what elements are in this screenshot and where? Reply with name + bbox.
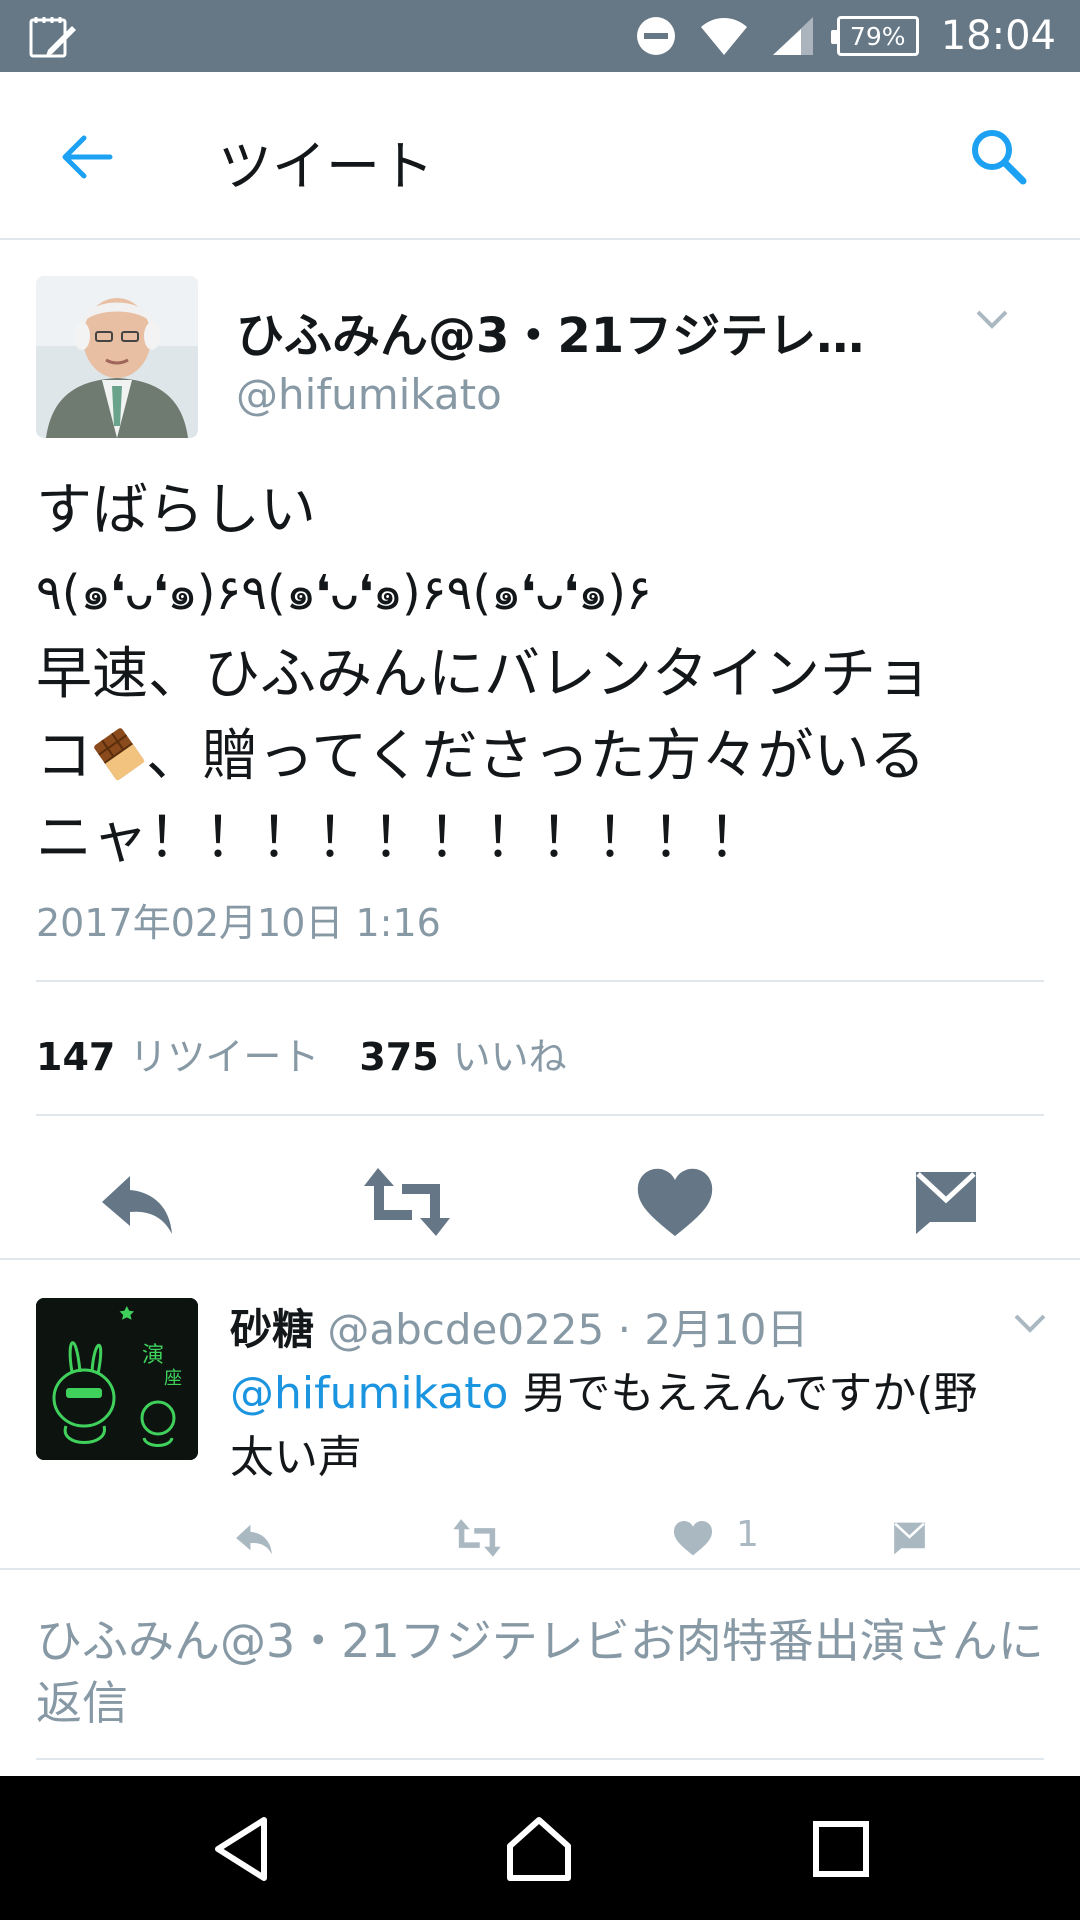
reply-icon[interactable] <box>90 1162 180 1242</box>
mention-link[interactable]: @hifumikato <box>230 1368 508 1419</box>
divider <box>36 980 1044 982</box>
tweet-timestamp: 2017年02月10日 1:16 <box>36 901 441 945</box>
user-handle[interactable]: @hifumikato <box>236 370 502 419</box>
reply-handle[interactable]: @abcde0225 <box>327 1305 604 1354</box>
divider <box>36 1114 1044 1116</box>
divider <box>36 1758 1044 1760</box>
dnd-icon <box>636 17 675 55</box>
divider <box>0 1568 1080 1570</box>
divider <box>0 1258 1080 1260</box>
tweet-line: コ 、贈ってくださった方々がいる <box>36 716 1046 798</box>
avatar[interactable] <box>36 276 198 438</box>
chevron-down-icon[interactable] <box>972 302 1012 338</box>
page-title: ツイート <box>218 135 434 198</box>
retweet-icon[interactable] <box>362 1162 452 1242</box>
tweet-line: すばらしい <box>36 478 316 543</box>
reply-separator: · <box>604 1305 645 1354</box>
tweet-actions <box>0 1150 1080 1260</box>
edit-note-icon <box>29 17 76 58</box>
search-icon[interactable] <box>968 126 1028 186</box>
system-nav-bar <box>0 1776 1080 1920</box>
reply-avatar[interactable]: 演 座 <box>36 1298 198 1460</box>
reply-header: 砂糖 @abcde0225 · 2月10日 <box>230 1296 809 1357</box>
tweet-line: ニャ！！！！！！！！！！！ <box>36 806 764 871</box>
like-count[interactable]: 375 <box>359 1035 438 1079</box>
tweet-line: 早速、ひふみんにバレンタインチョ <box>36 642 932 707</box>
dm-icon[interactable] <box>900 1162 990 1242</box>
nav-recents-icon[interactable] <box>804 1812 878 1886</box>
reply-display-name[interactable]: 砂糖 <box>230 1305 314 1354</box>
tweet-line: ٩(๑❛ᴗ❛๑)۶٩(๑❛ᴗ❛๑)۶٩(๑❛ᴗ❛๑)۶ <box>36 565 653 621</box>
retweet-label[interactable]: リツイート <box>129 1026 319 1081</box>
retweet-icon[interactable] <box>450 1516 504 1560</box>
reply-actions <box>0 1508 1080 1568</box>
tweet-line-part: 、贈ってくださった方々がいる <box>146 724 926 789</box>
like-label[interactable]: いいね <box>453 1026 567 1081</box>
nav-back-icon[interactable] <box>206 1812 280 1886</box>
retweet-count[interactable]: 147 <box>36 1035 115 1079</box>
heart-icon[interactable] <box>630 1162 720 1242</box>
dm-icon[interactable] <box>886 1516 932 1560</box>
svg-text:演: 演 <box>142 1343 164 1368</box>
reply-text: @hifumikato 男でもええんですか(野太い声 <box>230 1362 1020 1490</box>
chevron-down-icon[interactable] <box>1010 1306 1050 1340</box>
display-name[interactable]: ひふみん@3・21フジテレ… <box>236 296 864 366</box>
tweet-line-part: コ <box>36 724 92 789</box>
status-bar: 79% 18:04 <box>0 0 1080 72</box>
battery-icon: 79% <box>830 16 919 56</box>
svg-text:座: 座 <box>164 1368 182 1389</box>
clock: 18:04 <box>940 13 1056 59</box>
reply-composer-prompt[interactable]: ひふみん@3・21フジテレビお肉特番出演さんに返信 <box>36 1610 1046 1734</box>
back-arrow-icon[interactable] <box>56 127 116 187</box>
tweet-stats: 147 リツイート 375 いいね <box>36 1026 593 1081</box>
app-bar: ツイート <box>0 72 1080 240</box>
nav-home-icon[interactable] <box>502 1812 576 1886</box>
reply-like-count: 1 <box>736 1514 759 1555</box>
heart-icon[interactable] <box>670 1516 716 1560</box>
battery-level: 79% <box>849 21 906 51</box>
tweet-text: すばらしい ٩(๑❛ᴗ❛๑)۶٩(๑❛ᴗ❛๑)۶٩(๑❛ᴗ❛๑)۶ 早速、ひふみ… <box>36 470 1046 880</box>
chocolate-emoji <box>94 728 145 781</box>
reply-icon[interactable] <box>230 1516 276 1560</box>
signal-icon <box>772 17 813 55</box>
wifi-icon <box>700 18 747 55</box>
reply-date: 2月10日 <box>644 1305 809 1354</box>
